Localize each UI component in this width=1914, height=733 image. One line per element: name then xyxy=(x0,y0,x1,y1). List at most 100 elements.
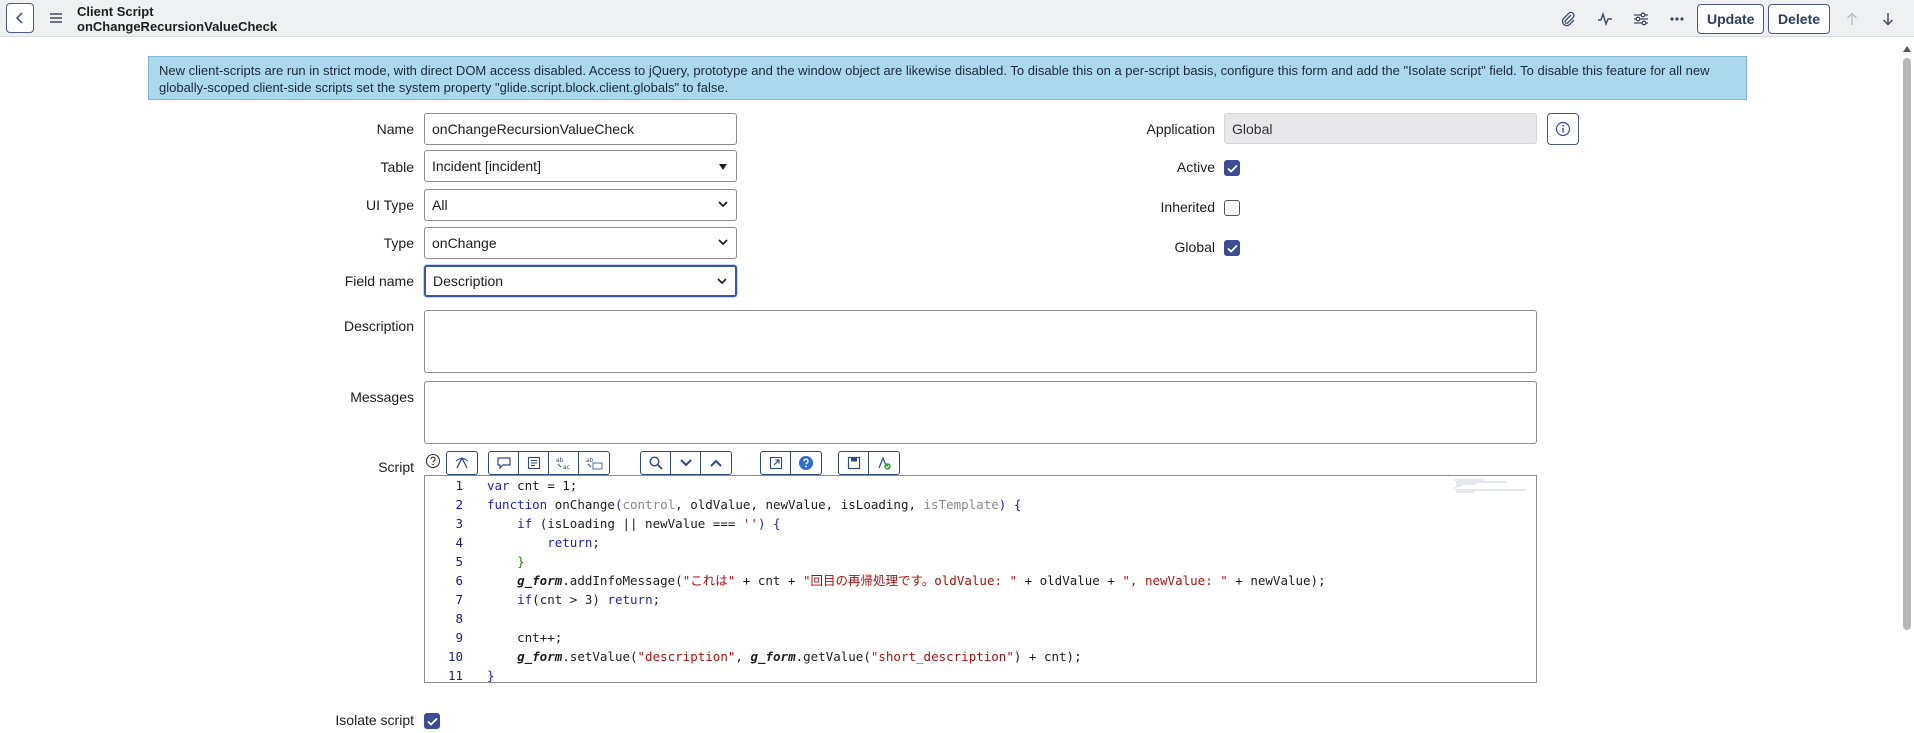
type-select[interactable]: onChange xyxy=(424,227,737,259)
active-checkbox[interactable] xyxy=(1224,160,1240,176)
global-label: Global xyxy=(1174,239,1215,255)
help-icon[interactable] xyxy=(425,453,441,469)
ui-type-label: UI Type xyxy=(366,197,414,213)
format-code-button[interactable] xyxy=(519,452,549,474)
chevron-down-icon xyxy=(717,278,727,285)
script-format-icon xyxy=(455,456,469,469)
replace-button[interactable]: ab ac xyxy=(549,452,579,474)
form-title: Client Script onChangeRecursionValueChec… xyxy=(77,4,277,34)
info-banner: New client-scripts are run in strict mod… xyxy=(148,56,1747,100)
attachment-icon xyxy=(1561,11,1575,27)
code-line: 5 } xyxy=(455,554,525,569)
format-code-icon xyxy=(527,456,540,470)
fullscreen-icon xyxy=(769,456,782,470)
page-scrollbar[interactable] xyxy=(1900,46,1914,733)
back-icon xyxy=(15,12,23,24)
activity-icon xyxy=(1598,11,1612,27)
arrow-down-icon xyxy=(1883,13,1893,26)
toolbar-group-search xyxy=(640,451,732,475)
record-name: onChangeRecursionValueCheck xyxy=(77,19,278,34)
code-line: 10 g_form.setValue("description", g_form… xyxy=(447,649,1082,664)
name-value: onChangeRecursionValueCheck xyxy=(432,121,635,137)
global-checkbox[interactable] xyxy=(1224,240,1240,256)
application-value: Global xyxy=(1232,120,1273,137)
code-line: 2 function onChange(control, oldValue, ne… xyxy=(455,497,1022,512)
inherited-checkbox[interactable] xyxy=(1224,200,1240,216)
chevron-down-icon xyxy=(718,239,728,246)
messages-textarea[interactable] xyxy=(424,381,1537,444)
script-format-button[interactable] xyxy=(447,452,477,474)
chevron-down-icon xyxy=(718,201,728,208)
replace-all-button[interactable]: ab xyxy=(579,452,609,474)
personalize-button[interactable] xyxy=(1628,6,1654,32)
code-line: 9 cnt++; xyxy=(455,630,563,645)
script-debug-button[interactable] xyxy=(869,452,899,474)
script-editor[interactable]: 1 var cnt = 1; 2 function onChange(control… xyxy=(424,475,1537,683)
ui-type-select[interactable]: All xyxy=(424,189,737,221)
checkmark-icon xyxy=(426,717,438,726)
code-line: 7 if(cnt > 3) return; xyxy=(455,592,661,607)
dropdown-caret-icon xyxy=(719,164,727,170)
search-icon xyxy=(648,456,663,470)
description-textarea[interactable] xyxy=(424,310,1537,373)
svg-text:ac: ac xyxy=(563,464,570,470)
field-name-select[interactable]: Description xyxy=(424,265,737,297)
previous-record-button[interactable] xyxy=(1839,6,1865,32)
update-button[interactable]: Update xyxy=(1697,4,1765,34)
comment-button[interactable] xyxy=(489,452,519,474)
comment-icon xyxy=(496,457,511,470)
ui-type-value: All xyxy=(432,197,448,213)
more-button[interactable] xyxy=(1664,6,1690,32)
search-button[interactable] xyxy=(641,452,671,474)
table-select[interactable]: Incident [incident] xyxy=(424,150,737,182)
code-line: 4 return; xyxy=(455,535,600,550)
replace-all-icon: ab xyxy=(586,457,603,470)
script-help-button[interactable] xyxy=(791,452,821,474)
checkmark-icon xyxy=(1226,244,1238,253)
isolate-script-label: Isolate script xyxy=(335,712,414,728)
code-line: 1 var cnt = 1; xyxy=(455,478,578,493)
messages-label: Messages xyxy=(350,389,414,405)
type-value: onChange xyxy=(432,235,497,251)
help-icon xyxy=(799,456,813,470)
name-input[interactable]: onChangeRecursionValueCheck xyxy=(424,113,737,145)
application-info-button[interactable] xyxy=(1547,113,1579,145)
script-label: Script xyxy=(378,459,414,475)
arrow-up-icon xyxy=(1847,12,1857,25)
scroll-thumb[interactable] xyxy=(1903,58,1911,630)
toolbar-group-format xyxy=(446,451,478,475)
code-line: 6 g_form.addInfoMessage("これは" + cnt + "回… xyxy=(455,573,1326,588)
attachment-button[interactable] xyxy=(1555,6,1581,32)
fold-down-button[interactable] xyxy=(671,452,701,474)
application-field: Global xyxy=(1224,113,1537,144)
save-button[interactable] xyxy=(839,452,869,474)
code-line: 11} xyxy=(447,668,495,683)
fold-down-icon xyxy=(679,459,692,467)
back-button[interactable] xyxy=(6,3,34,33)
svg-text:ab: ab xyxy=(556,457,564,464)
checkmark-icon xyxy=(1226,164,1238,173)
application-label: Application xyxy=(1146,121,1216,137)
fullscreen-button[interactable] xyxy=(761,452,791,474)
isolate-script-checkbox[interactable] xyxy=(424,713,440,729)
activity-button[interactable] xyxy=(1592,6,1618,32)
inherited-label: Inherited xyxy=(1160,199,1215,215)
table-value: Incident [incident] xyxy=(432,158,541,174)
next-record-button[interactable] xyxy=(1875,6,1901,32)
toolbar-group-edit: ab ac ab xyxy=(488,451,610,475)
form-header: Client Script onChangeRecursionValueChec… xyxy=(0,0,1914,37)
code-line: 8 xyxy=(455,611,463,626)
field-name-label: Field name xyxy=(344,273,414,289)
delete-button[interactable]: Delete xyxy=(1768,4,1831,34)
settings-sliders-icon xyxy=(1634,12,1648,26)
description-label: Description xyxy=(343,318,414,334)
replace-icon: abac xyxy=(556,457,570,470)
menu-button[interactable] xyxy=(47,9,65,27)
type-label: Type xyxy=(383,235,414,251)
scroll-up-arrow[interactable] xyxy=(1903,46,1911,52)
svg-text:ab: ab xyxy=(586,457,594,464)
menu-icon xyxy=(50,13,62,23)
fold-up-icon xyxy=(710,459,722,467)
fold-up-button[interactable] xyxy=(701,452,731,474)
record-type: Client Script xyxy=(77,4,154,19)
